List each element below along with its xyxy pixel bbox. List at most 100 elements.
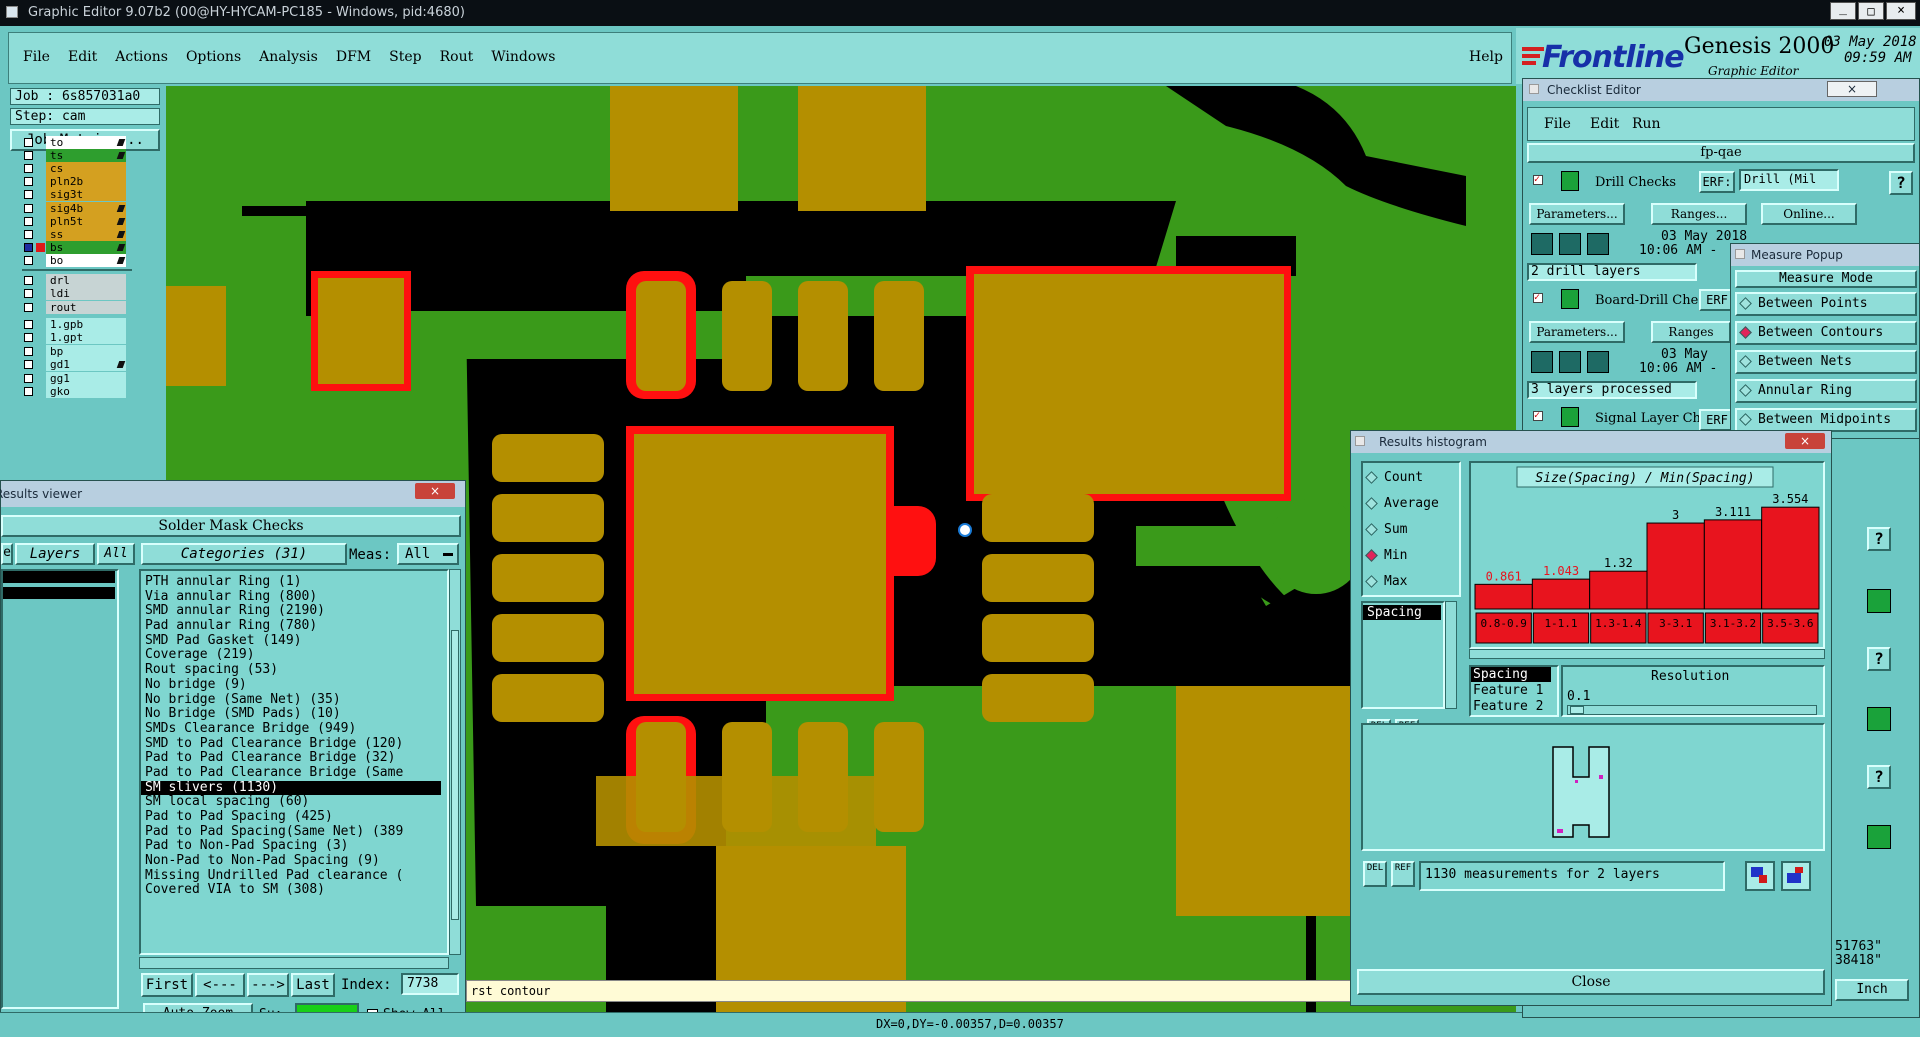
category-item[interactable]: No Bridge (SMD Pads) (10) [141,706,441,722]
function-option[interactable]: Count [1365,467,1423,489]
first-button[interactable]: First [141,973,193,997]
layer-row[interactable]: rout [22,300,138,315]
layer-row[interactable]: gg1 [22,371,138,386]
function-option[interactable]: Average [1365,493,1439,515]
layer-checkbox[interactable] [24,387,33,396]
layer-row[interactable]: drl [22,274,138,288]
last-button[interactable]: Last [291,973,335,997]
minimize-button[interactable]: _ [1830,2,1856,20]
category-item[interactable]: SMD annular Ring (2190) [141,604,441,619]
layer-checkbox[interactable] [24,320,33,329]
layer-row[interactable]: sig4b [22,201,138,216]
resolution-slider[interactable] [1567,705,1817,715]
layers-list[interactable] [1,569,119,1009]
histogram-tool-icon[interactable] [1781,861,1811,891]
run-icon[interactable] [1559,233,1581,255]
histogram-bar[interactable] [1761,506,1820,610]
run-icon[interactable] [1531,351,1553,373]
category-item[interactable]: Pad to Pad Spacing (425) [141,809,441,825]
layer-checkbox[interactable] [24,302,33,312]
category-item[interactable]: Rout spacing (53) [141,662,441,678]
results-viewer-close-button[interactable]: × [415,483,455,499]
online-button[interactable]: Online... [1761,203,1857,225]
layer-row[interactable]: cs [22,162,138,176]
menu-options[interactable]: Options [186,49,241,65]
zoom-icon[interactable] [1867,707,1891,731]
layer-checkbox[interactable] [24,255,33,265]
category-item[interactable]: Covered VIA to SM (308) [141,883,441,898]
layer-row[interactable]: ts [22,149,138,163]
menu-step[interactable]: Step [389,49,421,65]
meas-dropdown[interactable]: All [397,543,459,565]
erf-value[interactable]: Drill (Mil [1739,169,1839,191]
histogram-bar[interactable] [1531,578,1591,610]
category-item[interactable]: Pad to Non-Pad Spacing (3) [141,839,441,854]
menu-rout[interactable]: Rout [440,49,474,65]
unit-dropdown[interactable]: Inch [1835,979,1909,1001]
measure-mode-option[interactable]: Between Midpoints [1735,408,1917,432]
menu-analysis[interactable]: Analysis [259,49,318,65]
ranges-button[interactable]: Ranges... [1651,203,1747,225]
layer-row[interactable]: bo [22,253,138,268]
histogram-tool-icon[interactable] [1745,861,1775,891]
categories-list[interactable]: PTH annular Ring (1) Via annular Ring (80… [139,569,449,955]
layer-checkbox[interactable] [24,151,33,161]
layer-row[interactable]: pln2b [22,175,138,189]
run-icon[interactable] [1587,233,1609,255]
category-item[interactable]: SMDs Clearance Bridge (949) [141,721,441,737]
prev-button[interactable]: <--- [195,973,245,997]
zoom-icon[interactable] [1867,589,1891,613]
next-button[interactable]: ---> [247,973,289,997]
category-item[interactable]: No bridge (9) [141,677,441,693]
layer-row[interactable]: sig3t [22,188,138,202]
layer-checkbox[interactable] [24,333,33,343]
help-qmark-button[interactable]: ? [1867,647,1891,671]
layer-row[interactable]: pln5t [22,214,138,229]
check-enable-icon[interactable]: ✓ [1533,293,1543,303]
category-item[interactable]: Missing Undrilled Pad clearance ( [141,868,441,884]
layer-row[interactable]: gd1 [22,358,138,372]
index-input[interactable]: 7738 [401,973,459,995]
category-item[interactable]: SMD Pad Gasket (149) [141,633,441,649]
ranges-button[interactable]: Ranges [1651,321,1731,343]
category-item[interactable]: No bridge (Same Net) (35) [141,692,441,708]
checklist-menu-edit[interactable]: Edit [1590,116,1619,132]
help-qmark-button[interactable]: ? [1867,765,1891,789]
menu-edit[interactable]: Edit [68,49,97,65]
histogram-close-button[interactable]: Close [1357,969,1825,995]
category-item[interactable]: Pad annular Ring (780) [141,618,441,634]
layer-checkbox[interactable] [24,203,33,213]
histogram-close-icon[interactable]: × [1785,433,1825,449]
category-item[interactable]: Non-Pad to Non-Pad Spacing (9) [141,853,441,869]
measure-mode-option[interactable]: Between Nets [1735,350,1917,374]
menu-windows[interactable]: Windows [491,49,555,65]
run-icon[interactable] [1531,233,1553,255]
histogram-bar[interactable] [1646,522,1705,610]
measure-mode-option[interactable]: Between Contours [1735,321,1917,345]
check-enable-icon[interactable]: ✓ [1533,411,1543,421]
measure-mode-option[interactable]: Between Points [1735,292,1917,316]
help-qmark-button[interactable]: ? [1867,527,1891,551]
feature-item[interactable]: Feature 1 [1473,683,1543,698]
histogram-bar[interactable] [1703,519,1763,610]
category-item[interactable]: PTH annular Ring (1) [141,574,441,590]
layer-checkbox[interactable] [24,276,33,285]
layer-row[interactable]: ldi [22,287,138,301]
feature-item[interactable]: Feature 2 [1473,699,1543,714]
checklist-menu-file[interactable]: File [1544,116,1571,132]
layer-row[interactable]: bp [22,344,138,359]
layer-row[interactable]: to [22,136,138,150]
feature-item[interactable]: Spacing [1471,667,1551,682]
ref-button[interactable]: REF [1391,861,1415,887]
histogram-hscrollbar[interactable] [1469,649,1825,659]
help-qmark-button[interactable]: ? [1889,171,1913,195]
categories-header[interactable]: Categories (31) [141,543,347,565]
zoom-icon[interactable] [1867,825,1891,849]
help-menu[interactable]: Help [1469,49,1503,65]
run-icon[interactable] [1587,351,1609,373]
category-item[interactable]: Coverage (219) [141,648,441,663]
results-tab-stub[interactable]: e [1,543,13,565]
parameters-button[interactable]: Parameters... [1529,203,1625,225]
layer-checkbox[interactable] [24,346,33,356]
histogram-list-item[interactable]: Spacing [1363,605,1441,620]
